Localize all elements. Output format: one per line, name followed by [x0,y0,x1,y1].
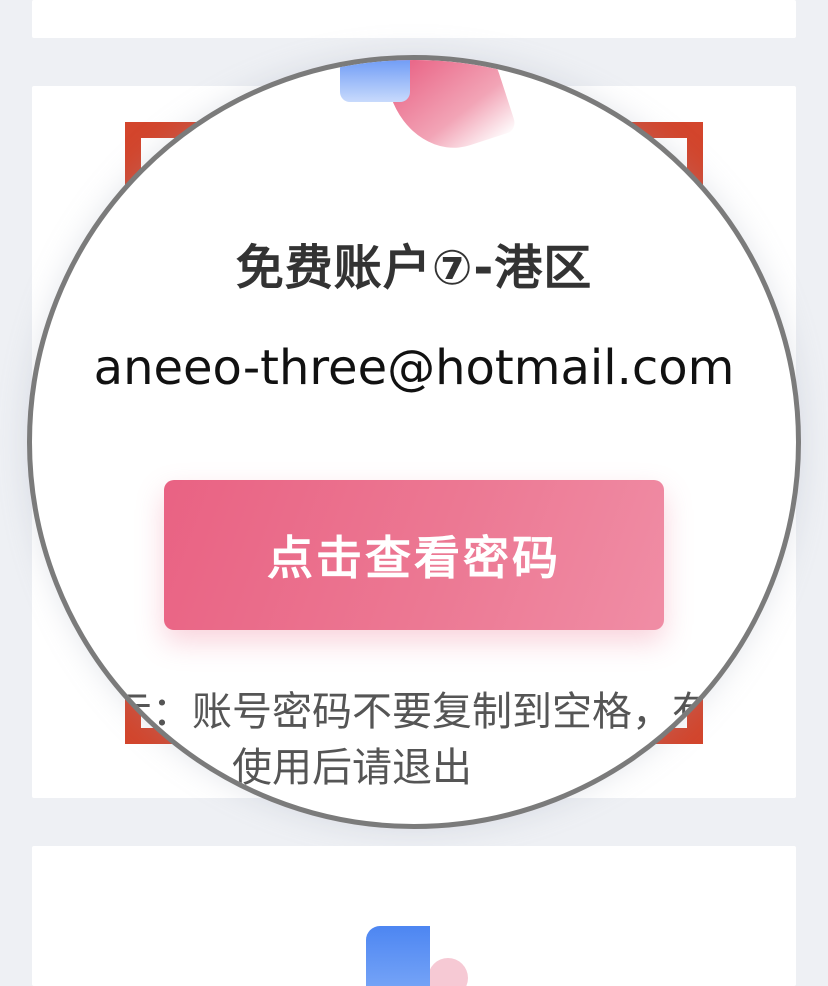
next-app-logo-icon [366,926,430,986]
view-password-button[interactable]: 点击查看密码 [164,480,664,630]
next-logo-pink-icon [428,958,468,986]
magnifier-lens: 免费账户⑦-港区 aneeo-three@hotmail.com 点击查看密码 … [27,55,801,829]
account-email[interactable]: aneeo-three@hotmail.com [32,340,796,396]
app-logo-icon [340,60,518,164]
previous-account-card [32,0,796,38]
usage-tip: 提示：账号密码不要复制到空格，有错请反馈，使用后请退出 [72,689,752,791]
next-account-card [32,846,796,986]
account-title: 免费账户⑦-港区 [235,240,593,296]
